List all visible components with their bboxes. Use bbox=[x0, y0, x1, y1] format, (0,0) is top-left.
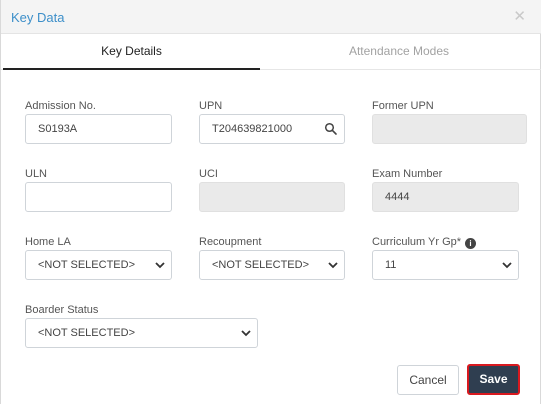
admission-no-value: S0193A bbox=[38, 123, 78, 135]
dialog-titlebar: Key Data ✕ bbox=[1, 0, 541, 34]
save-button[interactable]: Save bbox=[467, 364, 520, 395]
boarder-status-select[interactable]: <NOT SELECTED> bbox=[25, 318, 258, 348]
uln-label: ULN bbox=[25, 168, 48, 180]
admission-no-field[interactable]: S0193A bbox=[25, 114, 172, 144]
curriculum-yr-gp-select[interactable]: 11 bbox=[372, 250, 519, 280]
uln-field[interactable] bbox=[25, 182, 172, 212]
dialog-title: Key Data bbox=[11, 10, 65, 25]
boarder-status-label: Boarder Status bbox=[25, 304, 99, 316]
cancel-button[interactable]: Cancel bbox=[397, 365, 459, 395]
recoupment-label: Recoupment bbox=[199, 236, 262, 248]
curriculum-yr-gp-label-wrap: Curriculum Yr Gp* i bbox=[372, 236, 477, 249]
key-data-dialog: Key Data ✕ Key Details Attendance Modes … bbox=[0, 0, 541, 404]
uci-label: UCI bbox=[199, 168, 218, 180]
tab-key-details[interactable]: Key Details bbox=[3, 34, 260, 70]
chevron-down-icon bbox=[328, 262, 338, 269]
former-upn-label: Former UPN bbox=[372, 100, 434, 112]
chevron-down-icon bbox=[241, 330, 251, 337]
chevron-down-icon bbox=[502, 262, 512, 269]
admission-no-label: Admission No. bbox=[25, 100, 96, 112]
home-la-value: <NOT SELECTED> bbox=[38, 259, 135, 271]
former-upn-field bbox=[372, 114, 527, 144]
home-la-label: Home LA bbox=[25, 236, 71, 248]
exam-number-field: 4444 bbox=[372, 182, 519, 212]
tab-attendance-modes[interactable]: Attendance Modes bbox=[271, 34, 527, 70]
upn-label: UPN bbox=[199, 100, 223, 112]
close-icon[interactable]: ✕ bbox=[513, 9, 526, 24]
home-la-select[interactable]: <NOT SELECTED> bbox=[25, 250, 172, 280]
recoupment-value: <NOT SELECTED> bbox=[212, 259, 309, 271]
upn-value: T204639821000 bbox=[212, 123, 293, 135]
curriculum-yr-gp-label: Curriculum Yr Gp* bbox=[372, 236, 462, 248]
tab-bar: Key Details Attendance Modes bbox=[1, 34, 541, 70]
chevron-down-icon bbox=[155, 262, 165, 269]
search-icon[interactable] bbox=[324, 122, 338, 136]
uci-field bbox=[199, 182, 345, 212]
curriculum-yr-gp-value: 11 bbox=[385, 259, 397, 271]
recoupment-select[interactable]: <NOT SELECTED> bbox=[199, 250, 345, 280]
boarder-status-value: <NOT SELECTED> bbox=[38, 327, 135, 339]
info-icon[interactable]: i bbox=[465, 238, 477, 249]
exam-number-label: Exam Number bbox=[372, 168, 443, 180]
exam-number-value: 4444 bbox=[385, 191, 410, 203]
upn-field[interactable]: T204639821000 bbox=[199, 114, 345, 144]
